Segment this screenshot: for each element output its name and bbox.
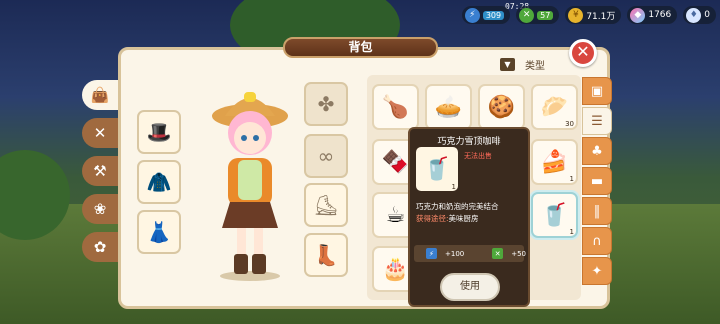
coins-chip[interactable]: ¥ 71.1万 [565, 6, 622, 24]
fork-icon: ✕ [492, 248, 504, 259]
stat-food: ✕ +50 [486, 248, 526, 259]
latte-icon: ☕ [385, 202, 406, 228]
tooltip-thumb: 🥤 1 [416, 147, 458, 191]
candy-icon: ✿ [93, 238, 107, 256]
hat-icon: 🎩 [146, 120, 172, 144]
no-sale-label: 无法出售 [464, 152, 492, 160]
item-dumplings[interactable]: 🥟 30 [531, 84, 578, 130]
close-icon: ✕ [576, 42, 590, 61]
box-icon: ▣ [590, 83, 604, 99]
fence-icon: ‖ [593, 203, 601, 219]
battery-value: 309 [482, 10, 505, 20]
sort-control[interactable]: ▼ 类型 [500, 57, 545, 72]
item-tooltip: 巧克力雪顶咖啡 🥤 1 无法出售 巧克力和奶泡的完美结合 获得途径:美味厨房 ⚡… [408, 127, 530, 307]
item-cookie-pie[interactable]: 🍰 1 [531, 139, 578, 185]
tools-icon: ✕ [93, 124, 107, 142]
tab-farm[interactable]: ⚒ [82, 156, 118, 186]
fork-icon: ✕ [519, 7, 535, 23]
slot-bottom[interactable]: 👗 [137, 210, 181, 254]
cookie-pie-icon: 🍰 [540, 149, 569, 175]
diamond-icon: ♦ [686, 7, 702, 23]
pinwheel-icon: ✤ [317, 92, 335, 116]
dumplings-icon: 🥟 [540, 94, 569, 120]
badge-icon: ✦ [591, 263, 603, 279]
tooltip-count: 1 [451, 183, 456, 191]
chevron-down-icon: ▼ [500, 58, 515, 71]
sofa-icon: ▬ [590, 173, 604, 189]
coins-value: 71.1万 [586, 11, 616, 22]
character-avatar [212, 92, 288, 281]
tab-candy[interactable]: ✿ [82, 232, 118, 262]
glasses-icon: ∞ [317, 144, 335, 168]
slot-top[interactable]: 🧥 [137, 160, 181, 204]
energy-value: 57 [537, 10, 554, 20]
gems-chip[interactable]: ◆ 1766 [627, 6, 678, 24]
tab-bag[interactable]: 👜 [82, 80, 118, 110]
tooltip-title: 巧克力雪顶咖啡 [437, 137, 501, 147]
pie-icon: 🥧 [434, 94, 463, 120]
item-gingerbread[interactable]: 🍪 [478, 84, 525, 130]
close-button[interactable]: ✕ [569, 39, 597, 67]
panel-title: 背包 [283, 37, 438, 58]
use-button[interactable]: 使用 [440, 273, 500, 301]
battery-chip[interactable]: ⚡ 309 [461, 6, 511, 24]
tab-furniture[interactable]: ▬ [582, 167, 612, 195]
gems-value: 1766 [648, 10, 672, 20]
pet-icon: ❀ [93, 200, 107, 218]
chocolate-pie-icon: 🍫 [381, 149, 410, 175]
diamonds-value: 0 [704, 10, 710, 20]
coin-icon: ¥ [568, 7, 584, 23]
farm-icon: ⚒ [93, 162, 107, 180]
tab-food[interactable]: ☰ [582, 107, 612, 135]
bag-icon: 👜 [90, 86, 110, 104]
tab-tools[interactable]: ✕ [82, 118, 118, 148]
source-label: 获得途径: [416, 214, 449, 223]
slot-pinwheel[interactable]: ✤ [304, 82, 348, 126]
tooltip-description: 巧克力和奶泡的完美结合 [416, 202, 499, 211]
item-pie[interactable]: 🥧 [425, 84, 472, 130]
stat-bar: ⚡ +100 ✕ +50 [414, 245, 526, 262]
tooltip-source: 获得途径:美味厨房 [416, 213, 526, 225]
status-bar: ⚡ 309 ✕ 57 ¥ 71.1万 ◆ 1766 ♦ 0 [461, 4, 716, 26]
shirt-icon: ♣ [591, 143, 603, 159]
skirt-icon: 👗 [146, 220, 172, 244]
source-value: 美味厨房 [448, 214, 479, 223]
tab-clothes[interactable]: ♣ [582, 137, 612, 165]
mocha-icon: 🥤 [423, 156, 451, 182]
bolt-icon: ⚡ [426, 248, 437, 259]
burger-icon: ☰ [591, 113, 603, 129]
gingerbread-icon: 🍪 [487, 94, 516, 120]
cake-icon: 🎂 [381, 256, 410, 282]
tab-box[interactable]: ▣ [582, 77, 612, 105]
roast-chicken-icon: 🍗 [381, 94, 410, 120]
tab-badge[interactable]: ✦ [582, 257, 612, 285]
tab-seed[interactable]: ∩ [582, 227, 612, 255]
item-roast-chicken[interactable]: 🍗 [372, 84, 419, 130]
skates-icon: ⛸ [313, 193, 339, 217]
seed-icon: ∩ [592, 233, 602, 249]
gem-icon: ◆ [630, 7, 646, 23]
diamonds-chip[interactable]: ♦ 0 [683, 6, 716, 24]
bolt-icon: ⚡ [464, 7, 480, 23]
tab-pet[interactable]: ❀ [82, 194, 118, 224]
sort-label: 类型 [525, 61, 545, 72]
slot-hat[interactable]: 🎩 [137, 110, 181, 154]
energy-chip[interactable]: ✕ 57 [516, 6, 560, 24]
slot-skates[interactable]: ⛸ [304, 183, 348, 227]
item-mocha[interactable]: 🥤 1 [531, 192, 578, 238]
jacket-icon: 🧥 [146, 170, 172, 194]
slot-glasses[interactable]: ∞ [304, 134, 348, 178]
stat-energy: ⚡ +100 [420, 248, 464, 259]
mocha-icon: 🥤 [540, 202, 569, 228]
boots-icon: 👢 [313, 243, 339, 267]
slot-shoes[interactable]: 👢 [304, 233, 348, 277]
tab-fence[interactable]: ‖ [582, 197, 612, 225]
tooltip-desc: 巧克力和奶泡的完美结合 获得途径:美味厨房 [416, 201, 526, 225]
